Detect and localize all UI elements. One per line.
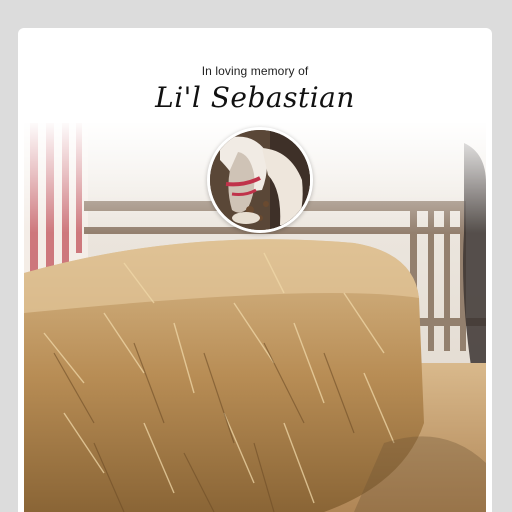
memorial-eyebrow: In loving memory of — [201, 64, 309, 78]
pony-avatar — [207, 127, 313, 233]
memorial-name: Li'l Sebastian — [155, 81, 355, 114]
pony-photo — [210, 130, 310, 230]
memorial-card: In loving memory of Li'l Sebastian — [18, 28, 492, 512]
